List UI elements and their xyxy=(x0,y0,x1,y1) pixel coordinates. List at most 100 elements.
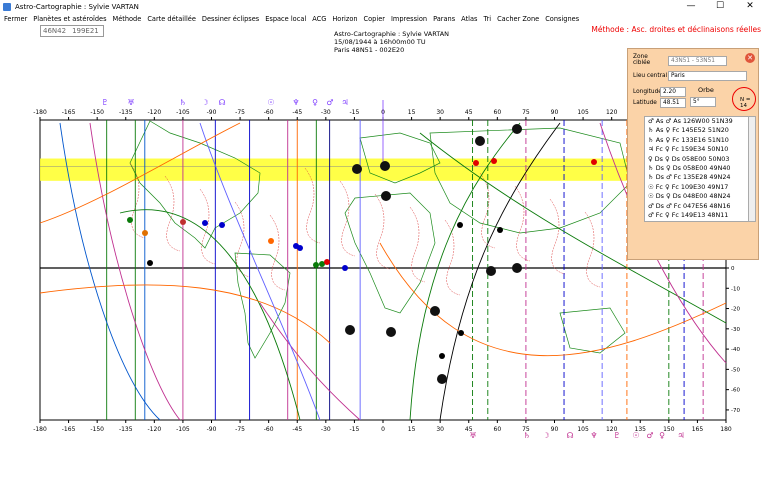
zone-panel: ✕ Zone ciblée 43N51 - 53N51 Lieu central… xyxy=(627,48,759,260)
cursor-latitude: 46N42 xyxy=(43,27,67,35)
cursor-coordinates: 46N42 199E21 xyxy=(40,25,104,37)
x-tick-label-top: 90 xyxy=(551,109,559,116)
zone-field[interactable]: 43N51 - 53N51 xyxy=(668,56,727,66)
x-tick-label-bottom: -135 xyxy=(119,426,133,433)
x-tick-label-bottom: 165 xyxy=(692,426,704,433)
aspect-list-item[interactable]: ♃ Fc ♀ Fc 159E34 50N10 xyxy=(645,145,749,154)
planet-glyph-circle-6 xyxy=(345,325,355,335)
x-tick-label-top: 15 xyxy=(408,109,416,116)
menu-item-12[interactable]: Tri xyxy=(483,15,491,23)
crossing-point-15 xyxy=(497,227,503,233)
top-planet-symbol-0: ♅ xyxy=(127,98,134,107)
lieu-field[interactable]: Paris xyxy=(668,71,747,81)
header-place: Paris 48N51 - 002E20 xyxy=(334,45,405,54)
menu-item-1[interactable]: Planètes et astéroïdes xyxy=(33,15,106,23)
aspect-list-item[interactable]: ☉ Ds ♀ Ds 048E00 48N24 xyxy=(645,192,749,201)
continent-outline-1 xyxy=(234,252,291,359)
y-tick-label: 0 xyxy=(731,266,735,272)
longitude-field[interactable]: 2.20 xyxy=(660,87,686,97)
top-planet-symbol-2: ☽ xyxy=(201,98,208,107)
maximize-button[interactable]: ☐ xyxy=(705,0,735,13)
menu-item-4[interactable]: Dessiner éclipses xyxy=(202,15,259,23)
menu-item-3[interactable]: Carte détaillée xyxy=(147,15,196,23)
menu-item-8[interactable]: Copier xyxy=(364,15,385,23)
x-tick-label-bottom: -45 xyxy=(292,426,302,433)
y-tick-label: -30 xyxy=(731,327,740,333)
aspect-list-item[interactable]: ♄ Ds ♂ Fc 135E28 49N24 xyxy=(645,173,749,182)
aspect-list-item[interactable]: ♂ As ♂ As 126W00 51N39 xyxy=(645,117,749,126)
lieu-label: Lieu central xyxy=(633,73,668,79)
menu-item-2[interactable]: Méthode xyxy=(113,15,142,23)
planet-glyph-circle-1 xyxy=(512,124,522,134)
crossing-point-10 xyxy=(342,265,348,271)
y-tick-label: -40 xyxy=(731,347,740,353)
y-tick-label: -70 xyxy=(731,408,740,414)
x-tick-label-bottom: -15 xyxy=(350,426,360,433)
bottom-planet-symbol-4: ♆ xyxy=(590,431,597,440)
country-border xyxy=(269,214,286,291)
aspect-list-item[interactable]: ♂ Fc ♀ Fc 149E13 48N11 xyxy=(645,211,749,220)
crossing-point-9 xyxy=(324,259,330,265)
top-planet-symbol-1: ♄ xyxy=(179,98,186,107)
planet-glyph-circle-10 xyxy=(352,164,362,174)
aspect-list[interactable]: ♂ As ♂ As 126W00 51N39 ♄ As ♀ Fc 145E52 5… xyxy=(644,116,750,222)
x-tick-label-top: 45 xyxy=(465,109,473,116)
menu-item-7[interactable]: Horizon xyxy=(332,15,357,23)
planet-glyph-circle-3 xyxy=(430,306,440,316)
aspect-list-item[interactable]: ☉ Fc ♀ Fc 109E30 49N17 xyxy=(645,183,749,192)
menu-item-13[interactable]: Cacher Zone xyxy=(497,15,539,23)
top-planet-symbol-6: ♀ xyxy=(312,98,318,107)
x-tick-label-top: -75 xyxy=(235,109,245,116)
menu-item-11[interactable]: Atlas xyxy=(461,15,477,23)
panel-close-button[interactable]: ✕ xyxy=(745,53,755,63)
x-tick-label-top: -90 xyxy=(207,109,217,116)
x-tick-label-bottom: -105 xyxy=(176,426,190,433)
x-tick-label-bottom: 15 xyxy=(408,426,416,433)
app-icon xyxy=(3,2,11,11)
aspect-list-item[interactable]: ♄ As ♀ Fc 133E16 51N10 xyxy=(645,136,749,145)
bottom-planet-symbol-7: ♂ xyxy=(646,431,653,440)
orbe-select[interactable]: 5° xyxy=(690,97,716,107)
country-border xyxy=(514,185,531,262)
aspect-list-item[interactable]: ♀ Ds ♀ Ds 058E00 50N03 xyxy=(645,155,749,164)
x-tick-label-top: 105 xyxy=(577,109,589,116)
close-window-button[interactable]: ✕ xyxy=(735,0,765,13)
x-tick-label-bottom: -120 xyxy=(148,426,162,433)
x-tick-label-bottom: -180 xyxy=(33,426,47,433)
x-tick-label-top: 30 xyxy=(436,109,444,116)
country-border xyxy=(409,206,426,283)
x-tick-label-bottom: -150 xyxy=(90,426,104,433)
x-tick-label-top: -165 xyxy=(62,109,76,116)
x-tick-label-top: 75 xyxy=(522,109,530,116)
longitude-label: Longitude xyxy=(633,89,662,95)
minimize-button[interactable]: — xyxy=(676,0,706,13)
x-tick-label-top: -135 xyxy=(119,109,133,116)
menu-item-9[interactable]: Impression xyxy=(391,15,427,23)
x-tick-label-bottom: 180 xyxy=(720,426,732,433)
x-tick-label-top: -30 xyxy=(321,109,331,116)
aspect-list-item[interactable]: ♄ As ♀ Fc 145E52 51N20 xyxy=(645,126,749,135)
top-planet-symbol-8: ♃ xyxy=(341,98,348,107)
crossing-point-19 xyxy=(147,260,153,266)
aspect-list-item[interactable]: ♄ Ds ♀ Ds 058E00 49N40 xyxy=(645,164,749,173)
aspect-list-item[interactable]: ♂ Ds ♂ Fc 047E56 48N16 xyxy=(645,202,749,211)
bottom-planet-symbol-8: ♀ xyxy=(659,431,665,440)
menu-item-5[interactable]: Espace local xyxy=(265,15,306,23)
bottom-planet-symbol-3: ☊ xyxy=(566,431,573,440)
n-count-highlight xyxy=(732,87,756,111)
x-tick-label-top: 60 xyxy=(494,109,502,116)
planet-glyph-circle-8 xyxy=(437,374,447,384)
continent-outline-3 xyxy=(344,192,436,314)
x-tick-label-top: -15 xyxy=(350,109,360,116)
menu-item-0[interactable]: Fermer xyxy=(4,15,27,23)
top-planet-symbol-5: ♆ xyxy=(292,98,299,107)
bottom-planet-symbol-1: ♄ xyxy=(523,431,530,440)
menu-item-6[interactable]: ACG xyxy=(312,15,326,23)
planet-horizon-curve-9 xyxy=(259,302,361,421)
menu-item-14[interactable]: Consignes xyxy=(545,15,579,23)
x-tick-label-top: -105 xyxy=(176,109,190,116)
crossing-point-6 xyxy=(297,245,303,251)
menu-item-10[interactable]: Parans xyxy=(433,15,455,23)
aspect-list-scrollbar[interactable] xyxy=(748,116,756,222)
latitude-field[interactable]: 48.51 xyxy=(660,98,686,108)
